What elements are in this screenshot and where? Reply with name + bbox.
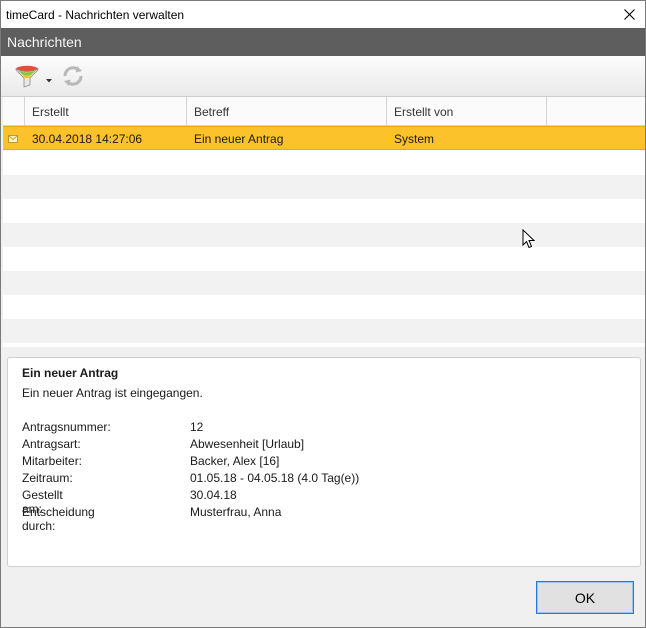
refresh-icon (63, 66, 83, 86)
ok-button[interactable]: OK (536, 581, 634, 614)
message-details-panel: Ein neuer Antrag Ein neuer Antrag ist ei… (7, 357, 641, 567)
empty-row (3, 319, 645, 343)
filter-dropdown-button[interactable] (45, 73, 53, 83)
section-title: Nachrichten (7, 34, 82, 50)
empty-row (3, 199, 645, 223)
empty-row (3, 271, 645, 295)
cell-created-by: System (394, 132, 435, 146)
detail-value: 12 (190, 420, 204, 434)
detail-label: Entscheidung durch: (22, 505, 95, 533)
column-header-created[interactable]: Erstellt (25, 97, 187, 126)
detail-label: Mitarbeiter: (22, 454, 83, 468)
table-row[interactable]: 30.04.2018 14:27:06 Ein neuer Antrag Sys… (3, 126, 645, 150)
empty-row (3, 247, 645, 271)
section-header: Nachrichten (1, 28, 645, 56)
dialog-window: timeCard - Nachrichten verwalten Nachric… (0, 0, 646, 628)
cell-subject: Ein neuer Antrag (194, 132, 284, 146)
chevron-down-icon (46, 79, 52, 83)
column-header-filler (547, 97, 645, 126)
close-icon (623, 9, 635, 20)
detail-label: Antragsart: (22, 437, 81, 451)
detail-value: Musterfrau, Anna (190, 505, 282, 519)
detail-label: Antragsnummer: (22, 420, 111, 434)
messages-grid: Erstellt Betreff Erstellt von 30.04.2018… (3, 97, 645, 347)
filter-funnel-icon (15, 65, 39, 88)
column-header-icon[interactable] (3, 97, 25, 126)
envelope-icon (8, 135, 18, 143)
detail-value: 30.04.18 (190, 488, 237, 502)
detail-value: 01.05.18 - 04.05.18 (4.0 Tag(e)) (190, 471, 360, 485)
empty-row (3, 223, 645, 247)
column-header-created-by[interactable]: Erstellt von (387, 97, 547, 126)
detail-value: Backer, Alex [16] (190, 454, 280, 468)
empty-row (3, 295, 645, 319)
column-header-subject[interactable]: Betreff (187, 97, 387, 126)
detail-label: Zeitraum: (22, 471, 73, 485)
filter-button[interactable] (13, 64, 43, 88)
details-title: Ein neuer Antrag (22, 366, 119, 380)
title-bar: timeCard - Nachrichten verwalten (1, 1, 645, 28)
cell-created: 30.04.2018 14:27:06 (32, 132, 143, 146)
toolbar (1, 56, 645, 97)
close-button[interactable] (613, 1, 645, 28)
details-subtitle: Ein neuer Antrag ist eingegangen. (22, 386, 203, 400)
empty-row (3, 175, 645, 199)
window-title: timeCard - Nachrichten verwalten (6, 7, 185, 22)
detail-value: Abwesenheit [Urlaub] (190, 437, 305, 451)
mouse-cursor-icon (522, 229, 536, 249)
refresh-button[interactable] (59, 64, 87, 88)
empty-row (3, 151, 645, 175)
grid-header: Erstellt Betreff Erstellt von (3, 97, 645, 126)
